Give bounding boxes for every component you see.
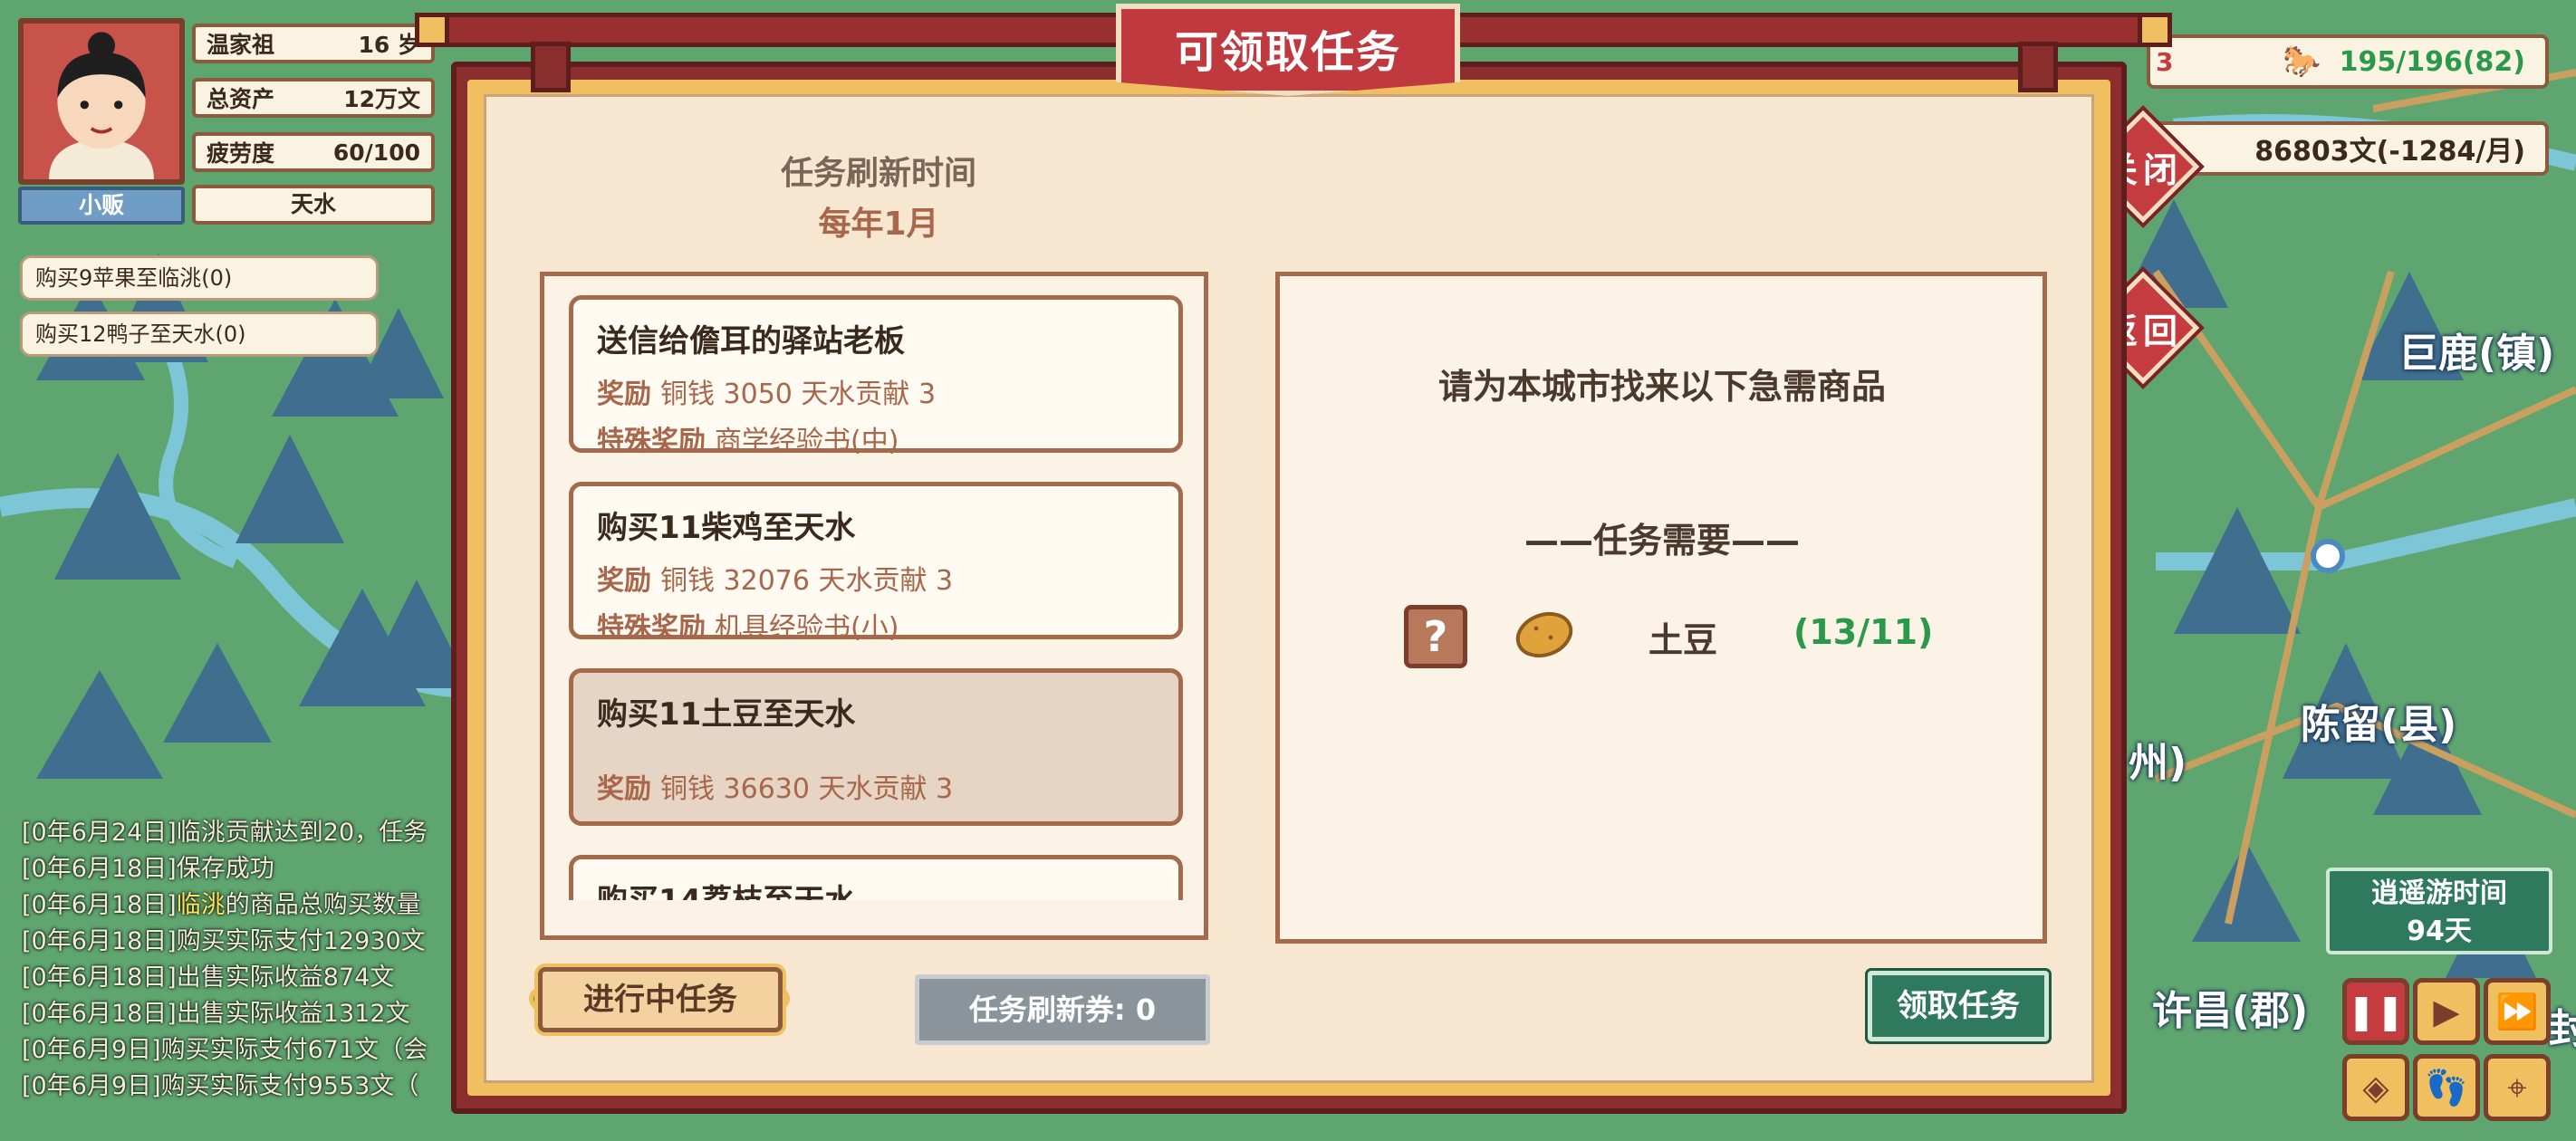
play-button[interactable]: ▶ <box>2413 978 2480 1045</box>
refresh-ticket-button[interactable]: 任务刷新券: 0 <box>915 974 1210 1045</box>
refresh-time-header: 任务刷新时间 <box>780 155 976 192</box>
requirement-header: ——任务需要—— <box>1523 521 1800 561</box>
task-title: 购买11柴鸡至天水 <box>597 510 856 546</box>
player-age: 16 岁 <box>358 32 421 58</box>
task-card[interactable]: 送信给儋耳的驿站老板 奖励 铜钱 3050 天水贡献 3 特殊奖励 商学经验书(中) <box>569 295 1183 457</box>
pause-icon: ❚❚ <box>2347 992 2405 1031</box>
pause-button[interactable]: ❚❚ <box>2342 978 2409 1045</box>
resource-left-digit: 3 <box>2156 46 2174 77</box>
log-line: [0年6月9日]购买实际支付9553文（ <box>22 1072 419 1100</box>
footprint-button[interactable]: 👣 <box>2413 1054 2480 1121</box>
cart-icon: 🐎 <box>2283 43 2321 80</box>
city-label-julu[interactable]: 巨鹿(镇) <box>2398 321 2554 379</box>
task-special-reward: 特殊奖励 商学经验书(中) <box>597 426 899 457</box>
rank-badge: 小贩 <box>18 187 185 225</box>
map-icon: ◈ <box>2362 1068 2389 1107</box>
beam-cap-left <box>415 13 449 47</box>
required-good-name: 土豆 <box>1648 620 1718 660</box>
beam-post <box>2018 42 2058 92</box>
active-quest-item[interactable]: 购买12鸭子至天水(0) <box>20 312 379 357</box>
task-title: 购买11土豆至天水 <box>597 696 856 733</box>
dialog-title: 可领取任务 <box>1174 27 1401 78</box>
cargo-capacity: 3 🐎 195/196(82) <box>2147 34 2549 89</box>
play-icon: ▶ <box>2433 992 2460 1031</box>
footprint-icon: 👣 <box>2425 1067 2468 1107</box>
assets-label: 总资产 <box>207 86 275 112</box>
city-label-edge[interactable]: 封 <box>2549 996 2576 1054</box>
beam-cap-right <box>2138 13 2172 47</box>
map-button[interactable]: ◈ <box>2342 1054 2409 1121</box>
assets-row: 总资产 12万文 <box>192 78 435 118</box>
location-button[interactable]: ⌖ <box>2484 1054 2551 1121</box>
fatigue-label: 疲劳度 <box>207 140 275 167</box>
log-line: [0年6月24日]临洮贡献达到20，任务 <box>22 819 428 847</box>
travel-timer: 逍遥游时间 94天 <box>2326 868 2552 954</box>
fast-forward-button[interactable]: ⏩ <box>2484 978 2551 1045</box>
assets-value: 12万文 <box>343 86 420 112</box>
player-name-row: 温家祖 16 岁 <box>192 24 435 63</box>
fatigue-value: 60/100 <box>332 139 420 166</box>
money-display: 86803文(-1284/月) <box>2147 121 2549 176</box>
fatigue-row: 疲劳度 60/100 <box>192 132 435 172</box>
question-icon: ? <box>1423 612 1448 661</box>
task-card[interactable]: 购买11柴鸡至天水 奖励 铜钱 32076 天水贡献 3 特殊奖励 机具经验书(小) <box>569 482 1183 644</box>
current-city: 天水 <box>192 185 435 225</box>
log-line: [0年6月18日]出售实际收益1312文 <box>22 1000 410 1028</box>
active-quest-item[interactable]: 购买9苹果至临洮(0) <box>20 255 379 301</box>
task-reward: 奖励 铜钱 32076 天水贡献 3 <box>597 565 954 597</box>
task-special-reward: 特殊奖励 机具经验书(小) <box>597 612 899 644</box>
cargo-value: 195/196(82) <box>2339 45 2525 78</box>
task-title: 购买14荔枝至天水 <box>597 876 1155 900</box>
beam-post <box>531 42 571 92</box>
task-title: 送信给儋耳的驿站老板 <box>597 323 905 360</box>
city-label-chenliu[interactable]: 陈留(县) <box>2301 692 2456 750</box>
task-list[interactable]: 送信给儋耳的驿站老板 奖励 铜钱 3050 天水贡献 3 特殊奖励 商学经验书(中)… <box>560 288 1194 900</box>
in-progress-tasks-button[interactable]: 进行中任务 <box>538 967 783 1032</box>
required-good-count: (13/11) <box>1793 612 1934 652</box>
message-log: [0年6月24日]临洮贡献达到20，任务 [0年6月18日]保存成功 [0年6月… <box>22 815 493 1105</box>
task-reward: 奖励 铜钱 3050 天水贡献 3 <box>597 379 937 410</box>
potato-icon <box>1515 611 1573 658</box>
request-text: 请为本城市找来以下急需商品 <box>1437 367 1886 407</box>
log-line: [0年6月18日]临洮的商品总购买数量 <box>22 891 421 919</box>
money-value: 86803文(-1284/月) <box>2254 136 2525 168</box>
fast-forward-icon: ⏩ <box>2495 991 2539 1031</box>
travel-days: 94天 <box>2407 916 2472 947</box>
task-card[interactable]: 购买14荔枝至天水 <box>569 855 1183 900</box>
log-line: [0年6月9日]购买实际支付671文（会 <box>22 1036 428 1064</box>
travel-title: 逍遥游时间 <box>2371 877 2507 909</box>
log-line: [0年6月18日]出售实际收益874文 <box>22 964 395 992</box>
task-reward: 奖励 铜钱 36630 天水贡献 3 <box>597 773 954 805</box>
dialog-title-plate: 可领取任务 <box>1116 4 1460 96</box>
help-button[interactable]: ? <box>1404 605 1467 668</box>
refresh-time-value: 每年1月 <box>818 206 939 243</box>
city-label-xuchang[interactable]: 许昌(郡) <box>2152 978 2308 1036</box>
player-portrait[interactable] <box>18 18 185 185</box>
log-line: [0年6月18日]购买实际支付12930文 <box>22 927 426 955</box>
log-line: [0年6月18日]保存成功 <box>22 855 274 883</box>
accept-task-button[interactable]: 领取任务 <box>1868 971 2049 1041</box>
location-pin-icon: ⌖ <box>2507 1067 2527 1107</box>
task-card-selected[interactable]: 购买11土豆至天水 奖励 铜钱 36630 天水贡献 3 <box>569 668 1183 826</box>
player-name: 温家祖 <box>207 32 275 58</box>
city-label-partial[interactable]: 州) <box>2129 730 2187 788</box>
avatar <box>24 24 179 179</box>
